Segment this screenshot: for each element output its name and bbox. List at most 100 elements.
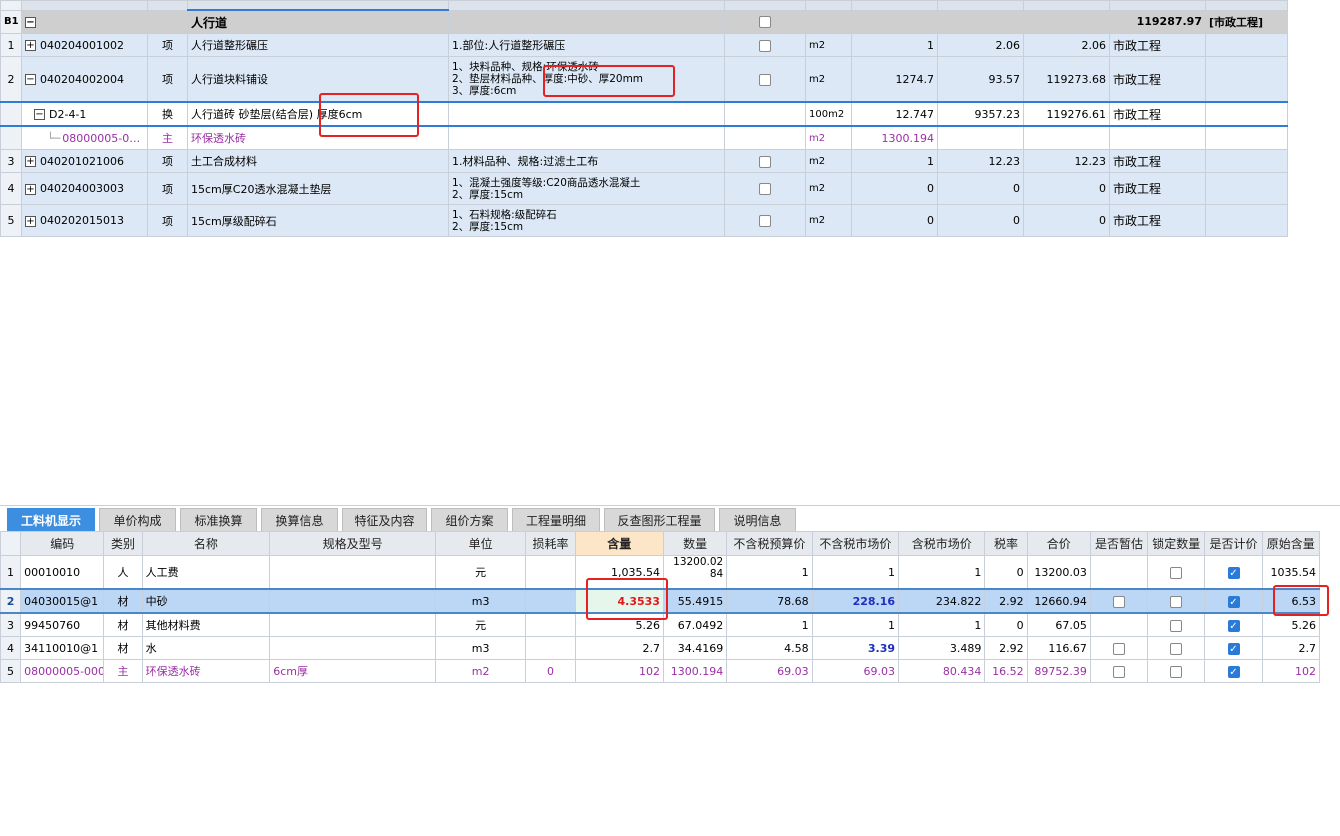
row-features[interactable]: 1、块料品种、规格:环保透水砖 2、垫层材料品种、厚度:中砂、厚20mm 3、厚… (448, 56, 725, 103)
col-unit[interactable]: 单位 (434, 531, 527, 556)
resource-tax-rate[interactable]: 2.92 (984, 588, 1028, 614)
col-priced[interactable]: 是否计价 (1204, 531, 1263, 556)
resource-content[interactable]: 2.7 (574, 636, 664, 660)
tab-standard-conversion[interactable]: 标准换算 (180, 508, 257, 532)
row-name[interactable]: 15cm厚级配碎石 (187, 204, 449, 237)
resource-spec[interactable] (269, 555, 436, 590)
resource-tax-market-price[interactable]: 3.489 (898, 636, 986, 660)
col-quantity[interactable]: 数量 (662, 531, 728, 556)
resource-tax-rate[interactable]: 0 (984, 555, 1028, 590)
row-qty[interactable]: 1 (851, 33, 938, 57)
row-qty[interactable]: 1274.7 (851, 56, 938, 103)
col-provisional[interactable]: 是否暂估 (1089, 531, 1149, 556)
checkbox[interactable] (759, 215, 771, 227)
resource-spec[interactable] (269, 588, 436, 614)
checkbox[interactable] (759, 39, 771, 52)
resource-tax-rate[interactable]: 16.52 (984, 659, 1028, 683)
quota-row[interactable]: − D2-4-1 换 人行道砖 砂垫层(结合层) 厚度6cm 100m2 12.7… (0, 101, 1288, 127)
resource-market-price[interactable]: 1 (811, 555, 900, 590)
resource-spec[interactable] (269, 612, 436, 637)
expand-icon[interactable]: + (25, 40, 36, 51)
resource-tax-market-price[interactable]: 1 (898, 555, 986, 590)
bill-row[interactable]: 2 −040204002004 项 人行道块料铺设 1、块料品种、规格:环保透水… (0, 56, 1288, 103)
resource-row[interactable]: 4 34110010@1 材 水 m3 2.7 34.4169 4.58 3.3… (0, 636, 1321, 660)
material-row[interactable]: └─ 08000005-0… 主 环保透水砖 m2 1300.194 (0, 125, 1288, 150)
tab-description[interactable]: 说明信息 (719, 508, 796, 532)
provisional-checkbox[interactable] (1113, 595, 1125, 608)
tab-pricing-scheme[interactable]: 组价方案 (431, 508, 508, 532)
resource-name[interactable]: 其他材料费 (141, 612, 271, 637)
tab-unit-price[interactable]: 单价构成 (99, 508, 176, 532)
row-features[interactable]: 1.部位:人行道整形碾压 (448, 33, 725, 57)
col-spec[interactable]: 规格及型号 (269, 531, 436, 556)
row-features[interactable] (448, 101, 725, 127)
resource-row[interactable]: 2 04030015@1 材 中砂 m3 4.3533 55.4915 78.6… (0, 588, 1321, 614)
lock-qty-checkbox[interactable] (1170, 595, 1183, 608)
col-original-content[interactable]: 原始含量 (1261, 531, 1321, 556)
resource-code[interactable]: 00010010 (20, 555, 105, 590)
col-code[interactable]: 编码 (20, 531, 105, 556)
row-name[interactable]: 人行道整形碾压 (187, 33, 449, 57)
collapse-icon[interactable]: − (25, 16, 36, 28)
resource-content[interactable]: 1,035.54 (574, 555, 664, 590)
resource-market-price[interactable]: 228.16 (811, 588, 900, 614)
priced-checkbox[interactable]: ✓ (1227, 595, 1240, 608)
resource-loss[interactable] (525, 612, 576, 637)
col-tax-market-price[interactable]: 含税市场价 (898, 531, 986, 556)
resource-name[interactable]: 环保透水砖 (141, 659, 271, 683)
expand-icon[interactable]: + (25, 156, 36, 167)
resource-name[interactable]: 中砂 (141, 588, 271, 614)
tab-conversion-info[interactable]: 换算信息 (261, 508, 338, 532)
resource-row[interactable]: 5 08000005-0002 主 环保透水砖 6cm厚 m2 0 102 13… (0, 659, 1321, 683)
resource-content[interactable]: 5.26 (574, 612, 664, 637)
bill-row[interactable]: 4 +040204003003 项 15cm厚C20透水混凝土垫层 1、混凝土强… (0, 172, 1288, 205)
resource-name[interactable]: 水 (141, 636, 271, 660)
tab-features[interactable]: 特征及内容 (342, 508, 427, 532)
priced-checkbox[interactable]: ✓ (1227, 566, 1240, 579)
col-total[interactable]: 合价 (1026, 531, 1091, 556)
row-name[interactable]: 土工合成材料 (187, 149, 449, 173)
row-qty[interactable]: 12.747 (851, 101, 938, 127)
row-features[interactable]: 1.材料品种、规格:过滤土工布 (448, 149, 725, 173)
col-budget-price[interactable]: 不含税预算价 (726, 531, 813, 556)
resource-tax-market-price[interactable]: 234.822 (898, 588, 986, 614)
checkbox[interactable] (759, 155, 771, 168)
resource-tax-rate[interactable]: 0 (984, 612, 1028, 637)
row-qty[interactable]: 0 (851, 204, 938, 237)
col-market-price[interactable]: 不含税市场价 (811, 531, 900, 556)
tab-labor-material-machine[interactable]: 工料机显示 (7, 508, 95, 532)
resource-code[interactable]: 04030015@1 (20, 588, 105, 614)
lock-qty-checkbox[interactable] (1170, 665, 1183, 678)
lock-qty-checkbox[interactable] (1170, 642, 1183, 655)
group-row[interactable]: B1 − 人行道 119287.97 [市政工程] (0, 9, 1288, 34)
row-qty[interactable]: 1 (851, 149, 938, 173)
tab-quantity-detail[interactable]: 工程量明细 (512, 508, 600, 532)
row-features[interactable]: 1、石料规格:级配碎石 2、厚度:15cm (448, 204, 725, 237)
resource-tax-market-price[interactable]: 1 (898, 612, 986, 637)
resource-row[interactable]: 3 99450760 材 其他材料费 元 5.26 67.0492 1 1 1 … (0, 612, 1321, 637)
expand-icon[interactable]: + (25, 215, 36, 227)
collapse-icon[interactable]: − (34, 109, 45, 120)
col-name[interactable]: 名称 (141, 531, 271, 556)
provisional-checkbox[interactable] (1113, 642, 1125, 655)
resource-tax-rate[interactable]: 2.92 (984, 636, 1028, 660)
resource-code[interactable]: 34110010@1 (20, 636, 105, 660)
checkbox[interactable] (759, 73, 771, 86)
resource-content[interactable]: 102 (574, 659, 664, 683)
expand-icon[interactable]: + (25, 183, 36, 195)
collapse-icon[interactable]: − (25, 74, 36, 85)
checkbox[interactable] (759, 16, 771, 29)
lock-qty-checkbox[interactable] (1170, 619, 1183, 632)
col-tax-rate[interactable]: 税率 (984, 531, 1028, 556)
tab-graphic-quantity[interactable]: 反查图形工程量 (604, 508, 715, 532)
bill-row[interactable]: 1 +040204001002 项 人行道整形碾压 1.部位:人行道整形碾压 m… (0, 33, 1288, 57)
priced-checkbox[interactable]: ✓ (1227, 665, 1240, 678)
col-loss-rate[interactable]: 损耗率 (525, 531, 576, 556)
resource-market-price[interactable]: 3.39 (811, 636, 900, 660)
col-category[interactable]: 类别 (103, 531, 143, 556)
resource-spec[interactable]: 6cm厚 (269, 659, 436, 683)
col-lock-qty[interactable]: 锁定数量 (1147, 531, 1206, 556)
row-name[interactable]: 15cm厚C20透水混凝土垫层 (187, 172, 449, 205)
row-name[interactable]: 环保透水砖 (187, 125, 449, 150)
resource-content[interactable]: 4.3533 (574, 588, 664, 614)
